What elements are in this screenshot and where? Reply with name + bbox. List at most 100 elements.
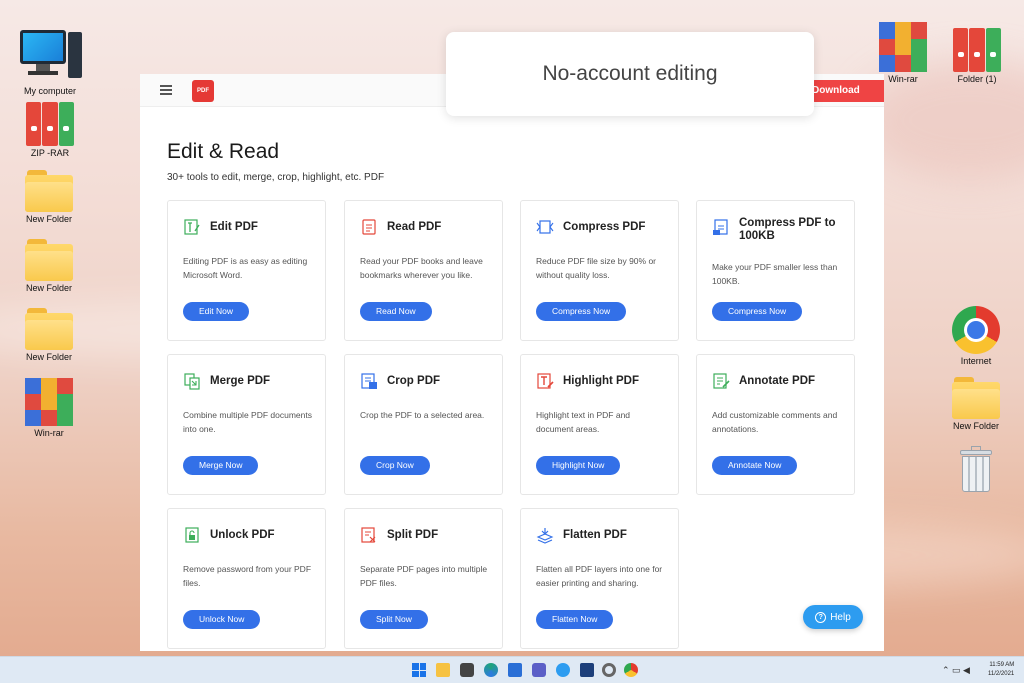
desktop-icon-internet[interactable]: Internet xyxy=(940,306,1012,366)
folder-icon xyxy=(25,170,73,212)
tool-title: Annotate PDF xyxy=(739,375,816,387)
compress-now-button[interactable]: Compress Now xyxy=(712,302,803,321)
win-rar-icon xyxy=(25,378,73,426)
desktop-icon-label: New Folder xyxy=(25,283,72,293)
tool-title: Unlock PDF xyxy=(210,529,275,541)
feature-caption: No-account editing xyxy=(446,32,814,116)
desktop-icon-label: Folder (1) xyxy=(957,74,997,84)
unlock-now-button[interactable]: Unlock Now xyxy=(183,610,261,629)
desktop-icon-zip-rar[interactable]: ZIP -RAR xyxy=(14,102,86,158)
recycle-bin-icon xyxy=(956,446,996,494)
folder-icon xyxy=(952,377,1000,419)
desktop-icon-label: New Folder xyxy=(25,352,72,362)
desktop-icon-new-folder-2[interactable]: New Folder xyxy=(13,239,85,293)
camera-icon[interactable] xyxy=(460,663,474,677)
crop-pdf-icon xyxy=(361,373,377,389)
tool-card-crop-pdf[interactable]: Crop PDF Crop the PDF to a selected area… xyxy=(344,354,503,495)
tool-card-split-pdf[interactable]: Split PDF Separate PDF pages into multip… xyxy=(344,508,503,649)
download-button[interactable]: Download xyxy=(804,80,884,102)
help-label: Help xyxy=(830,611,851,623)
page-title: Edit & Read xyxy=(167,140,280,163)
tool-description: Highlight text in PDF and document areas… xyxy=(536,410,631,434)
app-icon[interactable] xyxy=(580,663,594,677)
store-icon[interactable] xyxy=(508,663,522,677)
help-button[interactable]: ? Help xyxy=(803,605,863,629)
system-tray[interactable]: ⌃ ▭ ◀ xyxy=(942,665,970,676)
clock-time: 11:59 AM xyxy=(989,662,1015,668)
taskbar: ⌃ ▭ ◀ 11:59 AM 11/2/2021 xyxy=(0,656,1024,683)
tool-card-unlock-pdf[interactable]: Unlock PDF Remove password from your PDF… xyxy=(167,508,326,649)
split-pdf-icon xyxy=(361,527,376,543)
tool-description: Reduce PDF file size by 90% or without q… xyxy=(536,256,656,280)
folder-icon xyxy=(25,308,73,350)
tool-description: Crop the PDF to a selected area. xyxy=(360,410,485,420)
teams-icon[interactable] xyxy=(532,663,546,677)
tool-card-compress-pdf[interactable]: Compress PDF Reduce PDF file size by 90%… xyxy=(520,200,679,341)
tool-description: Separate PDF pages into multiple PDF fil… xyxy=(360,564,488,588)
tool-title: Merge PDF xyxy=(210,375,271,387)
pdf-tools-window: PDF Download Edit & Read 30+ tools to ed… xyxy=(140,74,884,651)
annotate-now-button[interactable]: Annotate Now xyxy=(712,456,798,475)
computer-icon xyxy=(18,28,82,84)
tool-card-flatten-pdf[interactable]: Flatten PDF Flatten all PDF layers into … xyxy=(520,508,679,649)
tool-card-highlight-pdf[interactable]: Highlight PDF Highlight text in PDF and … xyxy=(520,354,679,495)
start-icon[interactable] xyxy=(412,663,426,677)
edge-icon[interactable] xyxy=(484,663,498,677)
merge-now-button[interactable]: Merge Now xyxy=(183,456,259,475)
menu-icon[interactable] xyxy=(160,85,172,95)
clock[interactable]: 11:59 AM 11/2/2021 xyxy=(988,661,1014,679)
edit-pdf-icon xyxy=(184,219,200,235)
highlight-pdf-icon xyxy=(537,373,554,389)
clock-date: 11/2/2021 xyxy=(988,671,1015,677)
tool-description: Make your PDF smaller less than 100KB. xyxy=(712,262,838,286)
compress-pdf-icon xyxy=(536,220,554,234)
tool-title: Crop PDF xyxy=(387,375,441,387)
desktop-icon-new-folder-1[interactable]: New Folder xyxy=(13,170,85,224)
tool-title: Edit PDF xyxy=(210,221,258,233)
desktop-icon-new-folder-right[interactable]: New Folder xyxy=(940,377,1012,431)
desktop-icon-label: My computer xyxy=(23,86,76,96)
annotate-pdf-icon xyxy=(713,373,730,389)
merge-pdf-icon xyxy=(184,373,200,390)
desktop-icon-my-computer[interactable]: My computer xyxy=(14,28,86,96)
tool-title: Compress PDF xyxy=(563,221,646,233)
desktop-icon-win-rar-left[interactable]: Win-rar xyxy=(13,378,85,438)
split-now-button[interactable]: Split Now xyxy=(360,610,428,629)
tool-description: Editing PDF is as easy as editing Micros… xyxy=(183,256,308,280)
desktop-icon-label: ZIP -RAR xyxy=(30,148,70,158)
tool-card-compress-100kb[interactable]: Compress PDF to 100KB Make your PDF smal… xyxy=(696,200,855,341)
flatten-now-button[interactable]: Flatten Now xyxy=(536,610,614,629)
photos-icon[interactable] xyxy=(556,663,570,677)
desktop-icon-label: Internet xyxy=(960,356,992,366)
chrome-icon xyxy=(952,306,1000,354)
compress-now-button[interactable]: Compress Now xyxy=(536,302,627,321)
tool-card-merge-pdf[interactable]: Merge PDF Combine multiple PDF documents… xyxy=(167,354,326,495)
tool-card-annotate-pdf[interactable]: Annotate PDF Add customizable comments a… xyxy=(696,354,855,495)
crop-now-button[interactable]: Crop Now xyxy=(360,456,430,475)
file-explorer-icon[interactable] xyxy=(436,663,450,677)
flatten-pdf-icon xyxy=(536,528,554,544)
highlight-now-button[interactable]: Highlight Now xyxy=(536,456,621,475)
edit-now-button[interactable]: Edit Now xyxy=(183,302,250,321)
tool-title: Split PDF xyxy=(387,529,439,541)
settings-icon[interactable] xyxy=(602,663,616,677)
tool-description: Read your PDF books and leave bookmarks … xyxy=(360,256,483,280)
desktop-icon-new-folder-3[interactable]: New Folder xyxy=(13,308,85,362)
books-folder-icon xyxy=(953,28,1001,72)
tool-title: Compress PDF to 100KB xyxy=(739,217,836,242)
read-pdf-icon xyxy=(362,219,376,235)
desktop-icon-label: New Folder xyxy=(952,421,999,431)
app-logo[interactable]: PDF xyxy=(192,80,214,102)
tool-title: Read PDF xyxy=(387,221,442,233)
chrome-taskbar-icon[interactable] xyxy=(624,663,638,677)
tool-title: Flatten PDF xyxy=(563,529,627,541)
desktop-icon-recycle-bin[interactable] xyxy=(940,446,1012,494)
tool-card-edit-pdf[interactable]: Edit PDF Editing PDF is as easy as editi… xyxy=(167,200,326,341)
tool-card-read-pdf[interactable]: Read PDF Read your PDF books and leave b… xyxy=(344,200,503,341)
zip-rar-icon xyxy=(26,102,74,146)
tool-description: Combine multiple PDF documents into one. xyxy=(183,410,312,434)
desktop-icon-folder-1[interactable]: Folder (1) xyxy=(941,28,1013,84)
read-now-button[interactable]: Read Now xyxy=(360,302,432,321)
desktop-icon-label: New Folder xyxy=(25,214,72,224)
tool-title: Highlight PDF xyxy=(563,375,640,387)
